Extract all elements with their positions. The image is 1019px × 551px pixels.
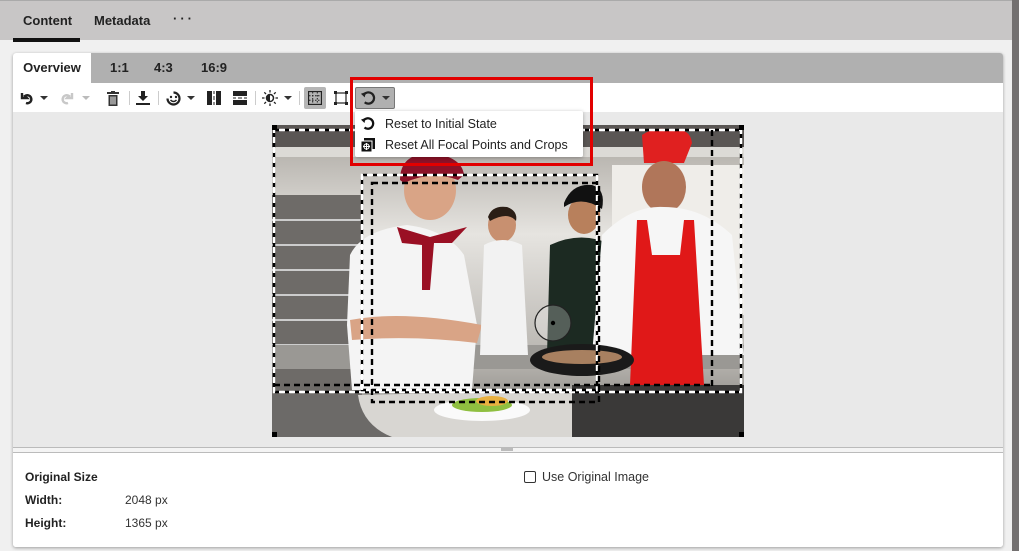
menu-item-reset-focal-points-crops[interactable]: Reset All Focal Points and Crops <box>360 135 568 155</box>
crop-grid-icon <box>308 91 322 105</box>
crop-tab-bar: Overview 1:1 4:3 16:9 <box>13 53 1003 83</box>
toolbar-divider <box>129 91 130 105</box>
flip-horizontal-icon <box>207 91 221 105</box>
toolbar-divider <box>299 91 300 105</box>
tab-ratio-4-3[interactable]: 4:3 <box>154 53 173 83</box>
brightness-icon <box>262 90 278 106</box>
use-original-image-checkbox[interactable]: Use Original Image <box>524 470 649 484</box>
download-button[interactable] <box>134 87 152 109</box>
chevron-down-icon <box>186 96 195 100</box>
width-value: 2048 px <box>125 493 168 507</box>
checkbox-box[interactable] <box>524 471 536 483</box>
height-value: 1365 px <box>125 516 168 530</box>
original-size-heading: Original Size <box>25 470 98 484</box>
face-detect-button[interactable] <box>163 87 197 109</box>
image-info-panel: Original Size Width: 2048 px Height: 136… <box>13 453 1003 547</box>
reset-dropdown-button[interactable] <box>355 87 395 109</box>
reset-dropdown-menu: Reset to Initial State Reset All Focal P… <box>355 111 583 157</box>
top-tab-bar: Content Metadata ··· <box>0 0 1012 42</box>
crop-frame-toggle[interactable] <box>331 87 351 109</box>
delete-icon <box>107 90 119 106</box>
toolbar-divider <box>158 91 159 105</box>
chevron-down-icon <box>284 96 292 100</box>
width-label: Width: <box>25 493 63 507</box>
undo-button[interactable] <box>17 87 49 109</box>
chevron-down-icon <box>381 96 390 100</box>
tab-metadata[interactable]: Metadata <box>94 13 150 28</box>
toolbar-divider <box>255 91 256 105</box>
splitter-handle[interactable] <box>501 448 513 451</box>
focal-point-crops-icon <box>360 137 376 153</box>
face-detect-icon <box>165 90 181 106</box>
tab-ratio-1-1[interactable]: 1:1 <box>110 53 129 83</box>
crop-frame-icon <box>334 91 348 105</box>
tab-content[interactable]: Content <box>23 13 72 28</box>
active-tab-indicator <box>13 38 80 42</box>
tab-overview[interactable]: Overview <box>13 53 91 83</box>
chef-kitchen-photo <box>272 125 744 437</box>
crop-grid-toggle[interactable] <box>304 87 326 109</box>
reset-icon <box>360 90 376 106</box>
redo-icon <box>60 90 76 106</box>
menu-item-label: Reset All Focal Points and Crops <box>385 138 568 152</box>
reset-icon <box>360 116 376 132</box>
download-icon <box>136 91 150 105</box>
flip-vertical-button[interactable] <box>232 87 248 109</box>
scrollbar[interactable] <box>1012 0 1019 551</box>
photo-illustration <box>272 125 744 437</box>
tab-ratio-16-9[interactable]: 16:9 <box>201 53 227 83</box>
menu-item-label: Reset to Initial State <box>385 117 497 131</box>
undo-icon <box>18 90 34 106</box>
image-canvas[interactable] <box>13 112 1003 447</box>
flip-vertical-icon <box>233 91 247 105</box>
use-original-image-label[interactable]: Use Original Image <box>542 470 649 484</box>
redo-button[interactable] <box>59 87 91 109</box>
menu-item-reset-initial-state[interactable]: Reset to Initial State <box>360 114 497 134</box>
flip-horizontal-button[interactable] <box>206 87 222 109</box>
height-label: Height: <box>25 516 67 530</box>
delete-button[interactable] <box>105 87 121 109</box>
chevron-down-icon <box>82 96 90 100</box>
tab-more[interactable]: ··· <box>173 11 195 26</box>
editor-toolbar <box>13 83 1003 112</box>
chevron-down-icon <box>40 96 48 100</box>
brightness-button[interactable] <box>260 87 294 109</box>
